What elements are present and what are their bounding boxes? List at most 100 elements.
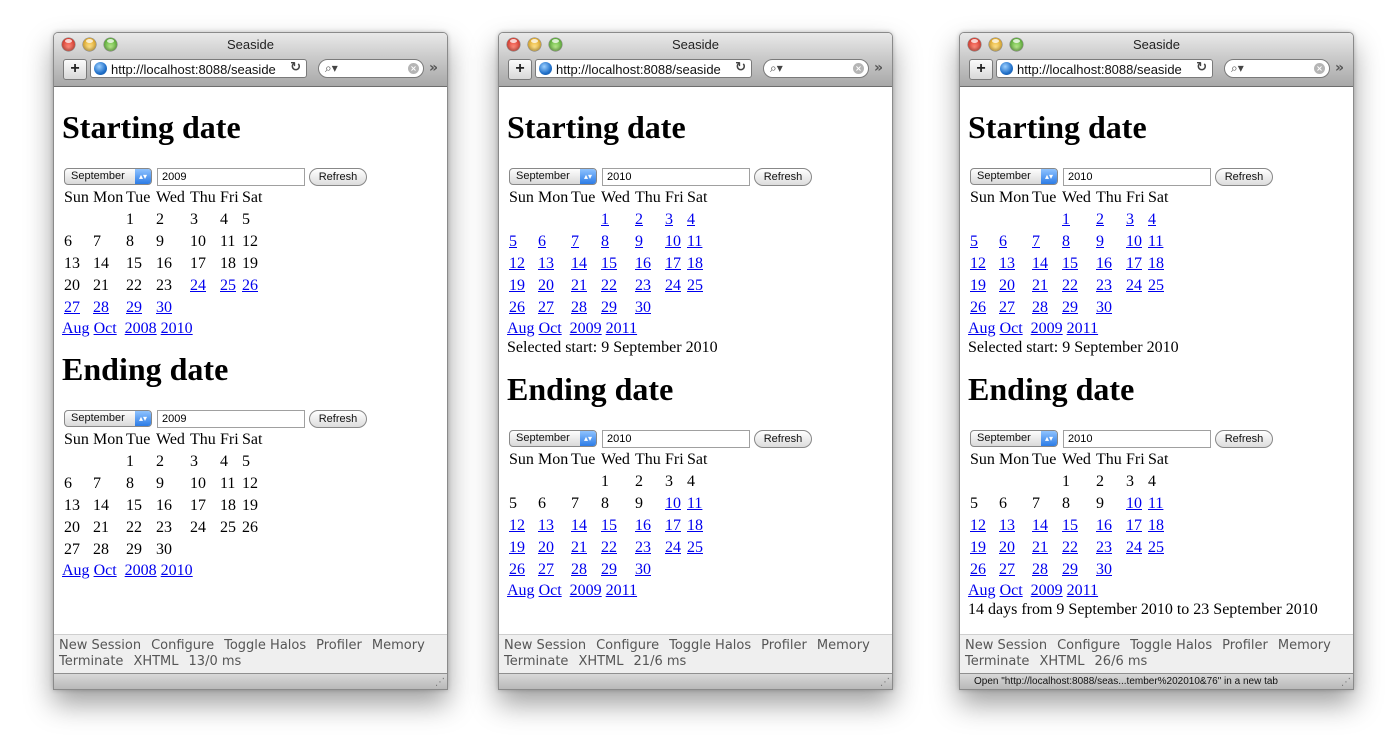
prev-month-link[interactable]: Aug: [62, 320, 90, 337]
calendar-day-link[interactable]: 13: [538, 253, 554, 275]
address-bar[interactable]: http://localhost:8088/seaside ↻: [90, 59, 307, 78]
prev-month-link[interactable]: Aug: [968, 320, 996, 337]
calendar-day-link[interactable]: 29: [1062, 297, 1078, 319]
prev-year-link[interactable]: 2008: [125, 320, 157, 337]
year-input[interactable]: 2010: [1063, 430, 1211, 448]
profiler-link[interactable]: Profiler: [316, 638, 362, 653]
calendar-day-link[interactable]: 2: [635, 209, 643, 231]
calendar-day-link[interactable]: 26: [242, 275, 258, 297]
calendar-day-link[interactable]: 10: [665, 231, 681, 253]
prev-year-link[interactable]: 2009: [570, 582, 602, 599]
terminate-link[interactable]: Terminate: [965, 654, 1029, 669]
add-bookmark-button[interactable]: +: [969, 59, 993, 80]
search-field[interactable]: ⌕▾ ×: [1224, 59, 1330, 78]
calendar-day-link[interactable]: 21: [1032, 275, 1048, 297]
calendar-day-link[interactable]: 25: [1148, 275, 1164, 297]
next-year-link[interactable]: 2010: [161, 562, 193, 579]
month-select[interactable]: September ▴▾: [970, 430, 1058, 447]
new-session-link[interactable]: New Session: [965, 638, 1047, 653]
calendar-day-link[interactable]: 30: [635, 559, 651, 581]
calendar-day-link[interactable]: 5: [509, 231, 517, 253]
calendar-day-link[interactable]: 20: [999, 537, 1015, 559]
calendar-day-link[interactable]: 3: [665, 209, 673, 231]
calendar-day-link[interactable]: 18: [1148, 253, 1164, 275]
calendar-day-link[interactable]: 13: [999, 253, 1015, 275]
calendar-day-link[interactable]: 25: [687, 275, 703, 297]
calendar-day-link[interactable]: 22: [1062, 275, 1078, 297]
calendar-day-link[interactable]: 21: [571, 275, 587, 297]
calendar-day-link[interactable]: 11: [687, 231, 702, 253]
clear-search-icon[interactable]: ×: [1314, 63, 1325, 74]
calendar-day-link[interactable]: 24: [190, 275, 206, 297]
configure-link[interactable]: Configure: [151, 638, 214, 653]
calendar-day-link[interactable]: 15: [1062, 253, 1078, 275]
calendar-day-link[interactable]: 27: [538, 559, 554, 581]
calendar-day-link[interactable]: 29: [601, 297, 617, 319]
calendar-day-link[interactable]: 20: [999, 275, 1015, 297]
calendar-day-link[interactable]: 4: [687, 209, 695, 231]
calendar-day-link[interactable]: 8: [601, 231, 609, 253]
next-month-link[interactable]: Oct: [94, 320, 117, 337]
calendar-day-link[interactable]: 11: [1148, 231, 1163, 253]
calendar-day-link[interactable]: 23: [635, 275, 651, 297]
next-year-link[interactable]: 2011: [1067, 582, 1098, 599]
next-month-link[interactable]: Oct: [1000, 320, 1023, 337]
calendar-day-link[interactable]: 30: [635, 297, 651, 319]
next-year-link[interactable]: 2011: [606, 582, 637, 599]
calendar-day-link[interactable]: 28: [93, 297, 109, 319]
configure-link[interactable]: Configure: [1057, 638, 1120, 653]
calendar-day-link[interactable]: 18: [687, 515, 703, 537]
next-year-link[interactable]: 2011: [606, 320, 637, 337]
prev-month-link[interactable]: Aug: [507, 582, 535, 599]
calendar-day-link[interactable]: 12: [970, 253, 986, 275]
search-field[interactable]: ⌕▾ ×: [763, 59, 869, 78]
xhtml-link[interactable]: XHTML: [1039, 654, 1084, 669]
prev-year-link[interactable]: 2009: [1031, 320, 1063, 337]
calendar-day-link[interactable]: 10: [1126, 493, 1142, 515]
calendar-day-link[interactable]: 30: [1096, 297, 1112, 319]
terminate-link[interactable]: Terminate: [504, 654, 568, 669]
calendar-day-link[interactable]: 10: [1126, 231, 1142, 253]
reload-icon[interactable]: ↻: [1196, 60, 1207, 75]
calendar-day-link[interactable]: 19: [970, 275, 986, 297]
calendar-day-link[interactable]: 12: [970, 515, 986, 537]
prev-year-link[interactable]: 2008: [125, 562, 157, 579]
calendar-day-link[interactable]: 30: [156, 297, 172, 319]
calendar-day-link[interactable]: 26: [509, 559, 525, 581]
year-input[interactable]: 2010: [602, 168, 750, 186]
calendar-day-link[interactable]: 17: [1126, 253, 1142, 275]
calendar-day-link[interactable]: 4: [1148, 209, 1156, 231]
calendar-day-link[interactable]: 26: [509, 297, 525, 319]
search-field[interactable]: ⌕▾ ×: [318, 59, 424, 78]
calendar-day-link[interactable]: 16: [1096, 253, 1112, 275]
year-input[interactable]: 2009: [157, 168, 305, 186]
calendar-day-link[interactable]: 5: [970, 231, 978, 253]
resize-grip-icon[interactable]: ⋰: [1341, 677, 1351, 688]
clear-search-icon[interactable]: ×: [853, 63, 864, 74]
memory-link[interactable]: Memory: [1278, 638, 1331, 653]
month-select[interactable]: September ▴▾: [509, 430, 597, 447]
calendar-day-link[interactable]: 18: [687, 253, 703, 275]
calendar-day-link[interactable]: 7: [571, 231, 579, 253]
calendar-day-link[interactable]: 16: [1096, 515, 1112, 537]
calendar-day-link[interactable]: 20: [538, 275, 554, 297]
resize-grip-icon[interactable]: ⋰: [435, 677, 445, 688]
address-bar[interactable]: http://localhost:8088/seaside ↻: [996, 59, 1213, 78]
calendar-day-link[interactable]: 11: [687, 493, 702, 515]
terminate-link[interactable]: Terminate: [59, 654, 123, 669]
calendar-day-link[interactable]: 29: [1062, 559, 1078, 581]
calendar-day-link[interactable]: 28: [1032, 559, 1048, 581]
month-select[interactable]: September ▴▾: [509, 168, 597, 185]
prev-month-link[interactable]: Aug: [968, 582, 996, 599]
calendar-day-link[interactable]: 26: [970, 297, 986, 319]
calendar-day-link[interactable]: 12: [509, 253, 525, 275]
year-input[interactable]: 2010: [602, 430, 750, 448]
calendar-day-link[interactable]: 21: [1032, 537, 1048, 559]
calendar-day-link[interactable]: 17: [665, 515, 681, 537]
resize-grip-icon[interactable]: ⋰: [880, 677, 890, 688]
calendar-day-link[interactable]: 20: [538, 537, 554, 559]
calendar-day-link[interactable]: 27: [538, 297, 554, 319]
add-bookmark-button[interactable]: +: [63, 59, 87, 80]
calendar-day-link[interactable]: 24: [665, 537, 681, 559]
calendar-day-link[interactable]: 23: [635, 537, 651, 559]
